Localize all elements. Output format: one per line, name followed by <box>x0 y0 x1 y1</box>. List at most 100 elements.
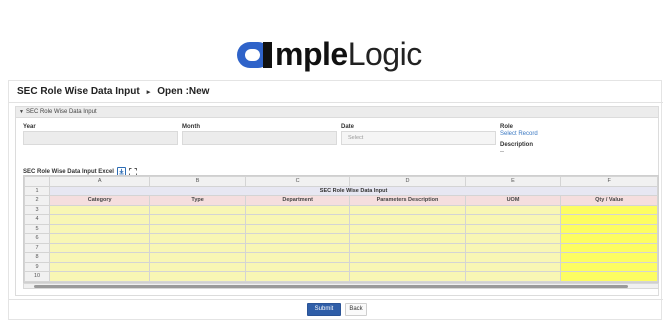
data-cell[interactable] <box>49 261 151 272</box>
column-letter[interactable]: C <box>244 176 351 187</box>
header-cell-qty-value[interactable]: Qty / Value <box>560 195 658 206</box>
data-cell[interactable] <box>349 242 466 253</box>
table-row: 3 <box>24 204 658 215</box>
excel-label: SEC Role Wise Data Input Excel <box>23 168 114 175</box>
table-row: 4 <box>24 214 658 225</box>
data-cell[interactable] <box>464 214 562 225</box>
back-button[interactable]: Back <box>345 303 367 316</box>
logo-a-mark-icon <box>236 40 274 70</box>
data-cell[interactable] <box>49 214 151 225</box>
data-cell[interactable] <box>149 252 246 263</box>
qty-cell[interactable] <box>560 242 658 253</box>
data-cell[interactable] <box>244 214 351 225</box>
data-cell[interactable] <box>349 204 466 215</box>
scrollbar-thumb[interactable] <box>34 285 628 288</box>
logo-text-mple: mple <box>275 36 348 72</box>
table-row: 2 Category Type Department Parameters De… <box>24 195 658 206</box>
data-cell[interactable] <box>149 242 246 253</box>
data-cell[interactable] <box>464 204 562 215</box>
data-cell[interactable] <box>349 271 466 282</box>
data-cell[interactable] <box>244 252 351 263</box>
header-cell-department[interactable]: Department <box>244 195 351 206</box>
month-field[interactable] <box>182 131 337 145</box>
data-cell[interactable] <box>49 233 151 244</box>
footer-divider <box>9 299 663 300</box>
data-cell[interactable] <box>49 242 151 253</box>
description-label: Description <box>500 142 534 148</box>
column-letter[interactable]: A <box>49 176 151 187</box>
table-row: 10 <box>24 271 658 282</box>
data-cell[interactable] <box>349 233 466 244</box>
year-field[interactable] <box>23 131 178 145</box>
header-cell-parameters-description[interactable]: Parameters Description <box>349 195 466 206</box>
data-cell[interactable] <box>49 204 151 215</box>
collapse-caret-icon[interactable]: ▼ <box>19 109 24 115</box>
data-cell[interactable] <box>49 271 151 282</box>
grid-title-cell[interactable]: SEC Role Wise Data Input <box>49 185 658 196</box>
row-number: 1 <box>24 185 51 196</box>
qty-cell[interactable] <box>560 223 658 234</box>
qty-cell[interactable] <box>560 271 658 282</box>
table-row: 7 <box>24 242 658 253</box>
breadcrumb-title[interactable]: SEC Role Wise Data Input <box>17 86 140 97</box>
data-cell[interactable] <box>244 204 351 215</box>
table-row: 5 <box>24 223 658 234</box>
data-cell[interactable] <box>464 261 562 272</box>
breadcrumb-status: Open :New <box>157 86 210 97</box>
column-letter[interactable]: B <box>149 176 246 187</box>
data-cell[interactable] <box>149 233 246 244</box>
data-cell[interactable] <box>149 223 246 234</box>
qty-cell[interactable] <box>560 214 658 225</box>
data-cell[interactable] <box>244 271 351 282</box>
data-cell[interactable] <box>149 271 246 282</box>
data-cell[interactable] <box>349 261 466 272</box>
header-cell-type[interactable]: Type <box>149 195 246 206</box>
row-number: 8 <box>24 252 51 263</box>
header-cell-category[interactable]: Category <box>49 195 151 206</box>
data-cell[interactable] <box>244 233 351 244</box>
data-cell[interactable] <box>149 204 246 215</box>
qty-cell[interactable] <box>560 233 658 244</box>
date-label: Date <box>341 124 355 130</box>
data-cell[interactable] <box>349 223 466 234</box>
table-row: 9 <box>24 261 658 272</box>
data-cell[interactable] <box>464 223 562 234</box>
data-cell[interactable] <box>464 271 562 282</box>
data-cell[interactable] <box>49 252 151 263</box>
amplelogic-logo: mpleLogic <box>236 30 422 70</box>
horizontal-scrollbar[interactable] <box>23 283 659 289</box>
data-cell[interactable] <box>349 252 466 263</box>
data-cell[interactable] <box>244 242 351 253</box>
row-number: 10 <box>24 271 51 282</box>
data-cell[interactable] <box>49 223 151 234</box>
panel-header[interactable]: ▼ SEC Role Wise Data Input <box>16 107 658 118</box>
data-cell[interactable] <box>464 252 562 263</box>
column-letter[interactable]: E <box>464 176 562 187</box>
logo-text-logic: Logic <box>347 36 423 72</box>
role-select-record-link[interactable]: Select Record <box>500 131 538 137</box>
qty-cell[interactable] <box>560 252 658 263</box>
table-row: 6 <box>24 233 658 244</box>
column-letter[interactable]: D <box>349 176 466 187</box>
qty-cell[interactable] <box>560 261 658 272</box>
row-number: 9 <box>24 261 51 272</box>
description-value: -- <box>500 149 504 155</box>
data-cell[interactable] <box>149 214 246 225</box>
role-label: Role <box>500 124 514 130</box>
spreadsheet-grid[interactable]: A B C D E F 1 SEC Role Wise Data Input 2… <box>23 175 659 283</box>
row-number: 7 <box>24 242 51 253</box>
data-cell[interactable] <box>464 242 562 253</box>
header-cell-uom[interactable]: UOM <box>464 195 562 206</box>
data-cell[interactable] <box>349 214 466 225</box>
spreadsheet-table: A B C D E F 1 SEC Role Wise Data Input 2… <box>24 176 658 282</box>
row-number: 5 <box>24 223 51 234</box>
form-container: SEC Role Wise Data Input ▸ Open :New ▼ SE… <box>8 80 663 320</box>
date-field[interactable]: Select <box>341 131 496 145</box>
qty-cell[interactable] <box>560 204 658 215</box>
data-cell[interactable] <box>464 233 562 244</box>
data-cell[interactable] <box>244 223 351 234</box>
data-cell[interactable] <box>149 261 246 272</box>
data-cell[interactable] <box>244 261 351 272</box>
column-letter[interactable]: F <box>560 176 658 187</box>
submit-button[interactable]: Submit <box>307 303 341 316</box>
